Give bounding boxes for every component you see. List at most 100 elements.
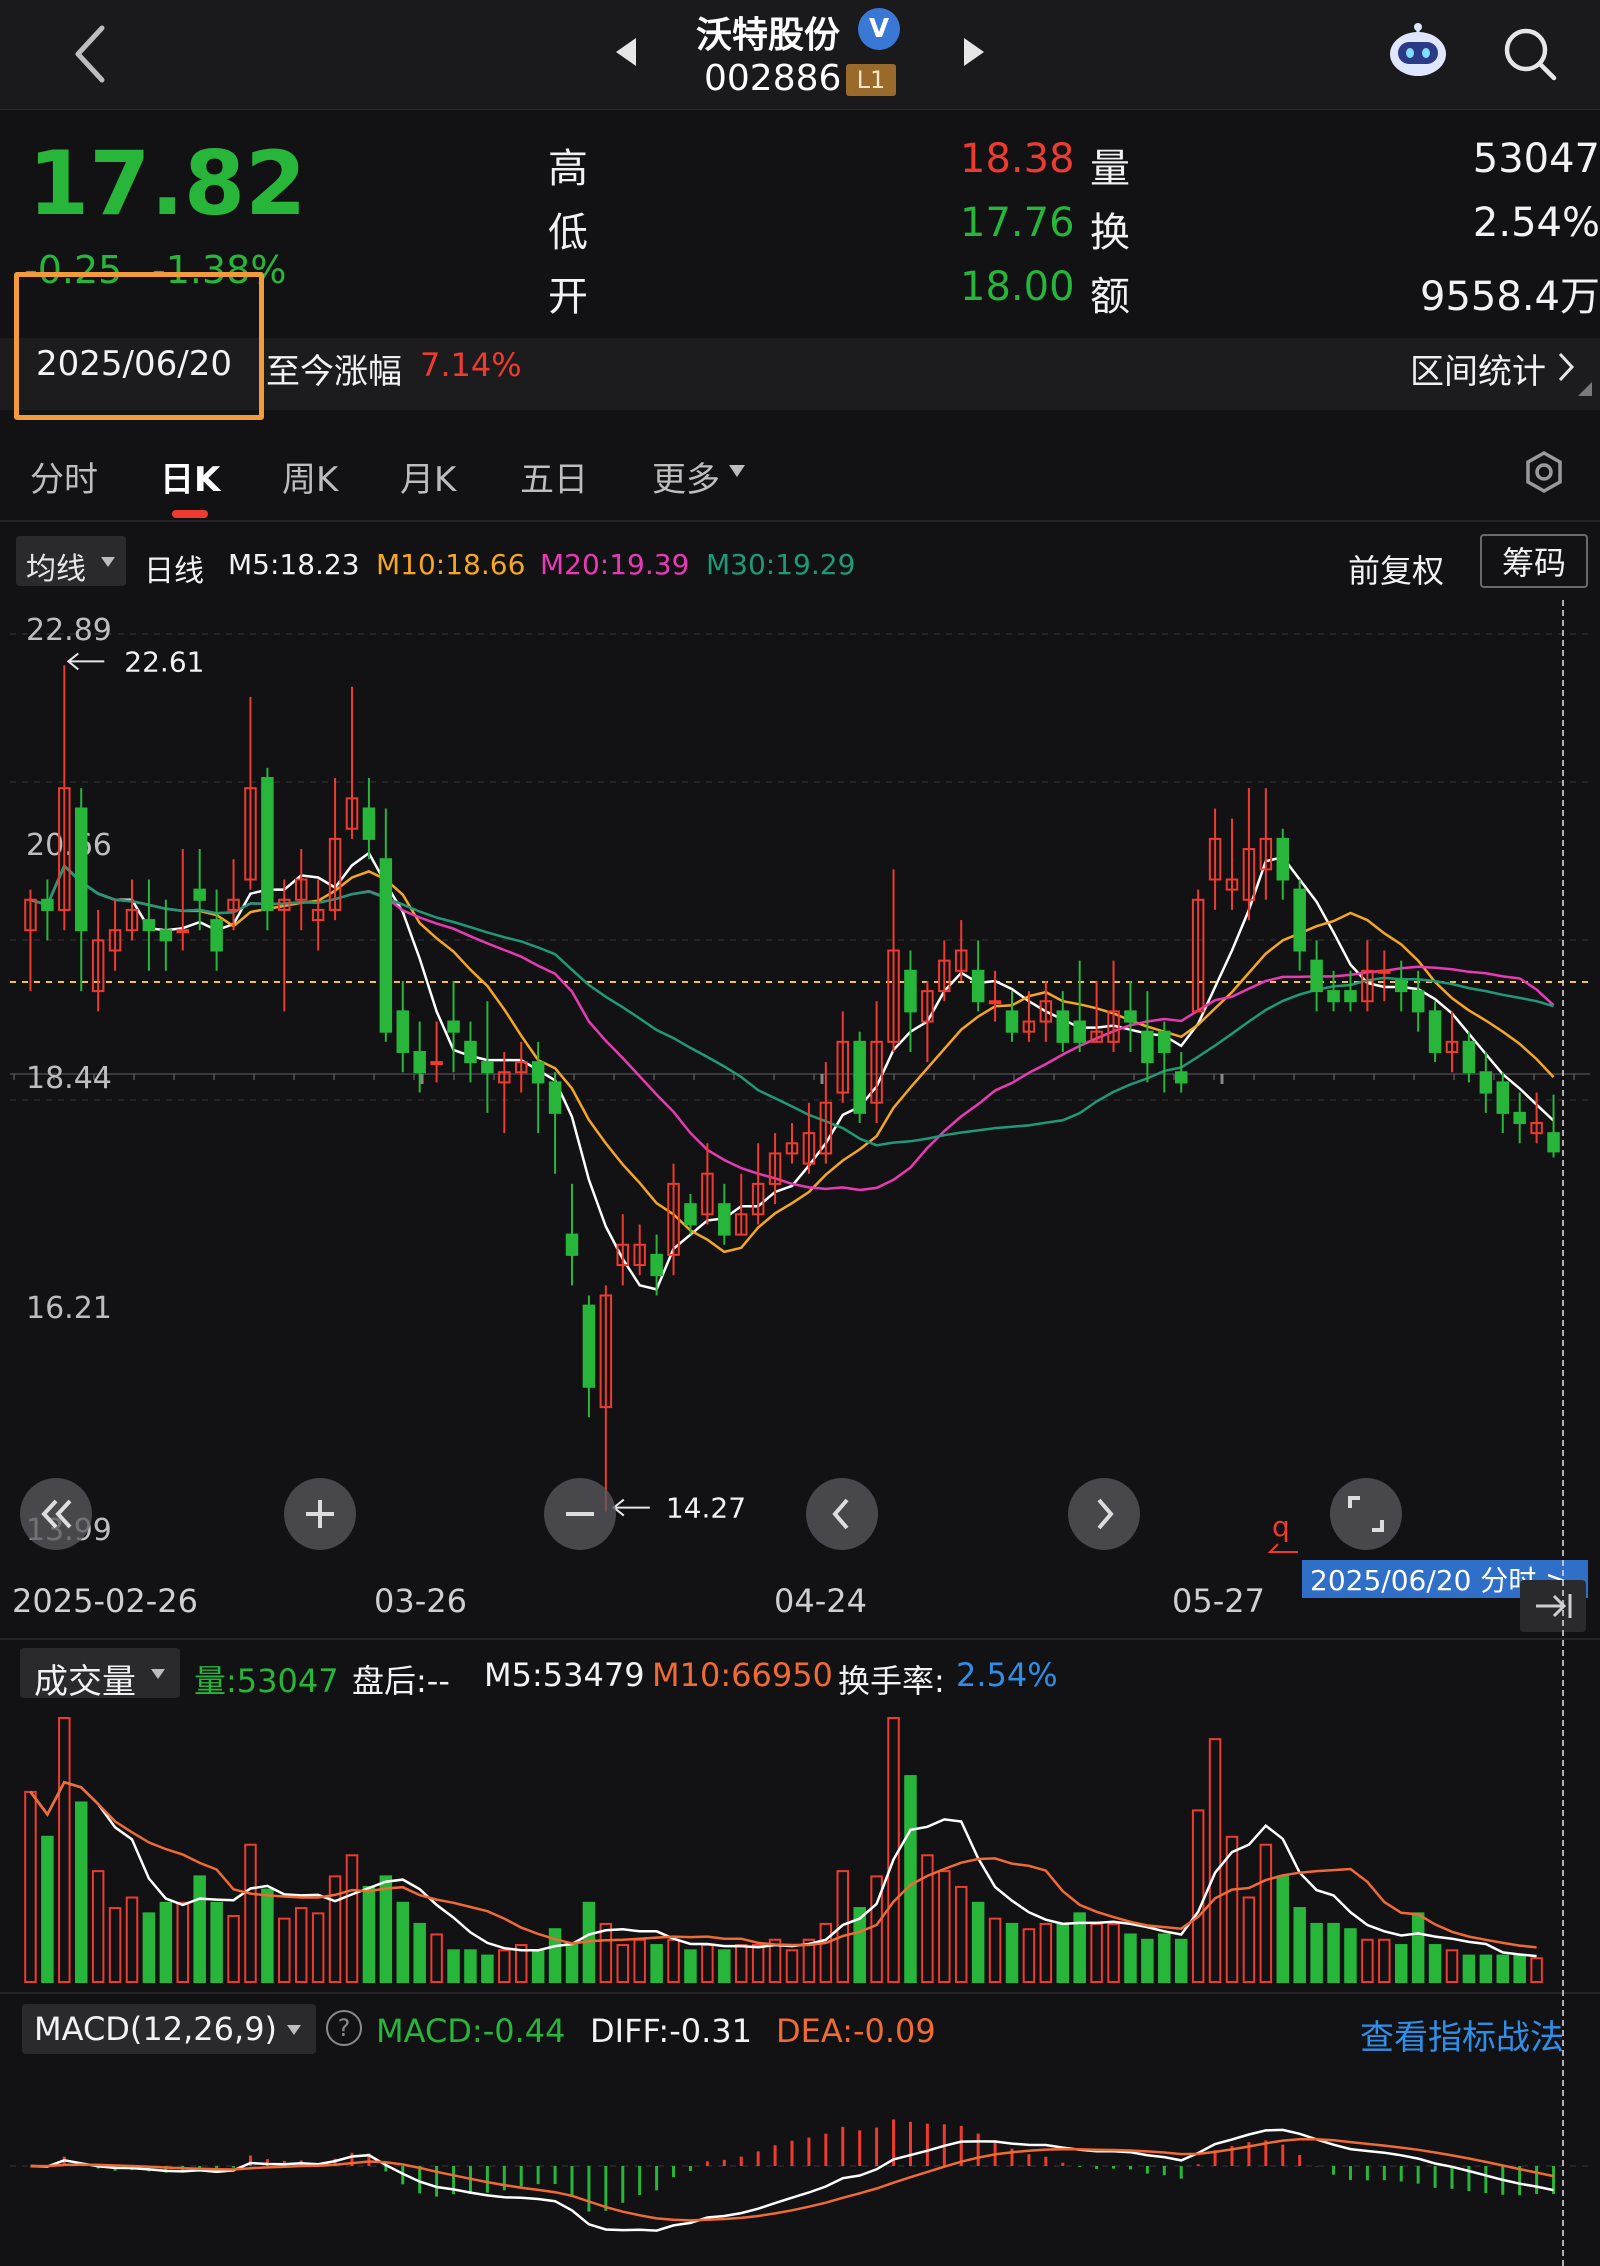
tab-weekly-k[interactable]: 周K	[282, 452, 338, 501]
volume-bar-up	[1090, 1922, 1103, 1983]
robot-assistant-icon[interactable]	[1386, 18, 1450, 82]
volume-bar-up	[785, 1949, 799, 1984]
volume-bar-up	[1191, 1809, 1205, 1984]
range-start-date[interactable]: 2025/06/20	[36, 344, 232, 384]
candle-down	[481, 1061, 494, 1074]
prev-stock-icon[interactable]	[614, 36, 638, 68]
volume-bar-up	[1361, 1938, 1374, 1983]
volume-bar-up	[1208, 1738, 1222, 1984]
volume-bar-up	[108, 1907, 122, 1983]
candle-down	[1513, 1111, 1526, 1124]
volume-divider	[0, 1638, 1600, 1640]
high-label: 高	[548, 146, 588, 192]
candle-down	[1394, 979, 1408, 993]
since-label: 至今涨幅	[266, 352, 402, 392]
settings-gear-icon[interactable]	[1522, 450, 1566, 494]
volume-bar-down	[1428, 1944, 1442, 1983]
date-label-start: 2025-02-26	[12, 1582, 198, 1620]
volume-bar-up	[599, 1922, 613, 1983]
volume-bar-down	[1327, 1922, 1340, 1983]
volume-bar-down	[142, 1912, 156, 1983]
chevron-right-icon	[1097, 1498, 1114, 1530]
back-icon[interactable]	[70, 24, 110, 84]
volume-bar-down	[1293, 1907, 1306, 1983]
q-event-marker[interactable]: q	[1272, 1510, 1290, 1543]
volume-bar-up	[819, 1922, 833, 1983]
since-change-value: 7.14%	[420, 346, 522, 384]
volume-bar-up	[176, 1901, 190, 1983]
candle-down	[447, 1020, 460, 1033]
volume-bar-up	[430, 1933, 443, 1983]
help-icon[interactable]: ?	[326, 2010, 362, 2046]
volume-bar-up	[244, 1843, 257, 1983]
volume-bar-down	[1462, 1954, 1476, 1984]
tab-monthly-k[interactable]: 月K	[400, 452, 456, 501]
adjust-mode[interactable]: 前复权	[1348, 546, 1444, 592]
candle-down	[1174, 1071, 1188, 1084]
volume-bar-down	[1411, 1912, 1425, 1983]
candle-down	[74, 807, 88, 932]
tab-five-day[interactable]: 五日	[520, 452, 588, 501]
tab-intraday[interactable]: 分时	[30, 452, 98, 501]
candle-down	[1344, 990, 1357, 1003]
volume-bar-up	[91, 1870, 105, 1983]
candle-down	[531, 1061, 545, 1084]
zoom-in-button[interactable]	[284, 1478, 356, 1550]
volume-chart[interactable]	[0, 1700, 1600, 1990]
scroll-left-button[interactable]	[806, 1478, 878, 1550]
volume-bar-down	[1124, 1933, 1137, 1983]
zoom-out-button[interactable]	[544, 1478, 616, 1550]
volume-m10: M10:66950	[652, 1656, 833, 1694]
q-marker-arrow	[1267, 1543, 1298, 1553]
candle-down	[1428, 1010, 1442, 1053]
candle-down	[1479, 1071, 1493, 1094]
volume-bar-up	[24, 1790, 37, 1983]
volume-bar-down	[1056, 1922, 1070, 1983]
double-chevron-left-icon	[41, 1499, 72, 1529]
volume-bar-down	[1276, 1875, 1290, 1983]
macd-chart[interactable]	[0, 2056, 1600, 2266]
candle-down	[718, 1203, 731, 1236]
view-strategy-link[interactable]: 查看指标战法	[1360, 2010, 1564, 2059]
jump-latest-button[interactable]	[1520, 1580, 1586, 1632]
volume-bar-down	[971, 1901, 985, 1983]
fullscreen-button[interactable]	[1330, 1478, 1402, 1550]
candle-down	[1327, 990, 1340, 1003]
volume-m5: M5:53479	[484, 1656, 645, 1694]
candle-down	[1462, 1040, 1476, 1074]
turnover-rate-value: 2.54%	[956, 1656, 1058, 1694]
chips-button[interactable]: 筹码	[1480, 534, 1588, 588]
price-axis-label: 18.44	[26, 1061, 112, 1096]
volume-bar-down	[1174, 1938, 1188, 1983]
tab-more[interactable]: 更多	[652, 452, 720, 501]
volume-bar-up	[887, 1717, 900, 1983]
next-stock-icon[interactable]	[962, 36, 986, 68]
after-hours-volume: 盘后:--	[352, 1662, 450, 1700]
volume-bar-up	[988, 1917, 1002, 1983]
tab-daily-k[interactable]: 日K	[160, 452, 220, 501]
volume-dropdown-icon	[151, 1669, 165, 1679]
volume-bar-down	[481, 1954, 494, 1984]
crosshair-vertical-line	[1562, 600, 1564, 2266]
volume-today: 量:53047	[194, 1662, 339, 1700]
volume-bar-down	[1496, 1954, 1510, 1984]
volume-bar-down	[1005, 1922, 1019, 1983]
search-icon[interactable]	[1502, 26, 1558, 82]
scroll-start-button[interactable]	[20, 1478, 92, 1550]
ma10-line	[30, 863, 1555, 1254]
scroll-right-button[interactable]	[1068, 1478, 1140, 1550]
chevron-right-icon[interactable]	[1556, 350, 1576, 384]
candle-down	[1310, 959, 1323, 993]
candle-up	[430, 1061, 443, 1066]
dropdown-caret-icon[interactable]	[728, 464, 746, 478]
volume-bar-up	[1107, 1922, 1120, 1983]
interval-stats-button[interactable]: 区间统计	[1410, 344, 1546, 393]
volume-label: 量	[1090, 146, 1130, 192]
chevron-left-icon	[832, 1498, 849, 1530]
volume-bar-down	[447, 1949, 460, 1984]
ma10-value: M10:18.66	[376, 548, 526, 581]
volume-bar-down	[684, 1949, 697, 1984]
corner-triangle-icon	[1578, 382, 1592, 396]
candle-down	[1005, 1010, 1019, 1033]
candle-down	[1496, 1081, 1510, 1114]
